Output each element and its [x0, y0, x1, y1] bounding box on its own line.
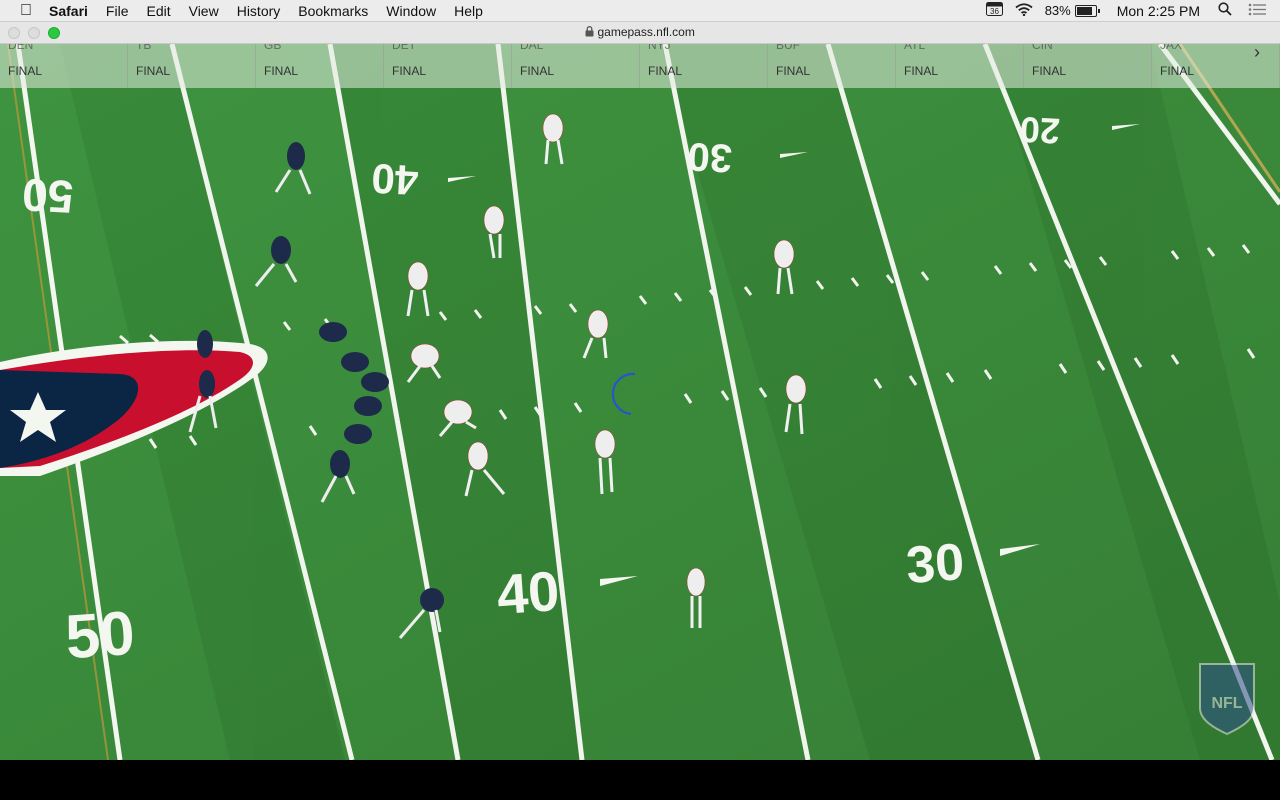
score-tile[interactable]: DET FINAL: [384, 44, 512, 88]
menu-file[interactable]: File: [97, 3, 138, 19]
score-tile[interactable]: DAL FINAL: [512, 44, 640, 88]
game-status: FINAL: [264, 64, 299, 78]
scores-ticker: DEN FINAL TB FINAL GB FINAL DET FINAL DAL FIN…: [0, 44, 1280, 88]
game-status: FINAL: [8, 64, 43, 78]
menu-help[interactable]: Help: [445, 3, 492, 19]
team-abbrev: DAL: [520, 44, 544, 52]
team-abbrev: TB: [136, 44, 152, 52]
menu-edit[interactable]: Edit: [137, 3, 179, 19]
svg-text:36: 36: [990, 7, 999, 16]
yard-number-30-top: 30: [686, 134, 733, 180]
game-status: FINAL: [904, 64, 939, 78]
battery-icon[interactable]: [1074, 4, 1100, 17]
video-player[interactable]: 50 40 30 20 50 40 30 NFL DEN FINAL TB FI…: [0, 44, 1280, 760]
calendar-icon[interactable]: 36: [985, 2, 1003, 19]
status-area: 36 83% Mon 2:25 PM: [974, 2, 1280, 19]
menu-window[interactable]: Window: [377, 3, 445, 19]
game-status: FINAL: [392, 64, 427, 78]
score-tile[interactable]: CIN FINAL: [1024, 44, 1152, 88]
yard-number-40-bottom: 40: [495, 559, 562, 626]
team-abbrev: GB: [264, 44, 282, 52]
spotlight-search-icon[interactable]: [1218, 2, 1232, 19]
team-abbrev: NYJ: [648, 44, 671, 52]
team-abbrev: JAX: [1160, 44, 1183, 52]
browser-toolbar: gamepass.nfl.com: [0, 22, 1280, 44]
team-abbrev: DET: [392, 44, 416, 52]
score-tile[interactable]: GB FINAL: [256, 44, 384, 88]
menu-view[interactable]: View: [180, 3, 228, 19]
menu-bar:  Safari File Edit View History Bookmark…: [0, 0, 1280, 22]
score-tile[interactable]: ATL FINAL: [896, 44, 1024, 88]
score-tile[interactable]: DEN FINAL: [0, 44, 128, 88]
game-status: FINAL: [520, 64, 555, 78]
yard-number-40-top: 40: [370, 155, 419, 204]
yard-number-20-top: 20: [1019, 109, 1061, 152]
yard-number-50-bottom: 50: [63, 599, 137, 673]
game-status: FINAL: [136, 64, 171, 78]
score-tile[interactable]: NYJ FINAL: [640, 44, 768, 88]
clock[interactable]: Mon 2:25 PM: [1117, 3, 1200, 19]
game-status: FINAL: [1160, 64, 1195, 78]
apple-icon[interactable]: : [0, 2, 40, 20]
score-tile[interactable]: JAX FINAL: [1152, 44, 1280, 88]
nfl-watermark-icon: NFL: [1199, 663, 1255, 736]
yard-number-30-bottom: 30: [904, 533, 966, 595]
menu-history[interactable]: History: [228, 3, 290, 19]
team-abbrev: BUF: [776, 44, 800, 52]
loading-spinner-icon: [611, 372, 636, 416]
game-status: FINAL: [776, 64, 811, 78]
battery-percent: 83%: [1044, 3, 1071, 18]
url-text: gamepass.nfl.com: [597, 25, 695, 39]
yard-number-50-top: 50: [21, 169, 75, 224]
address-bar[interactable]: gamepass.nfl.com: [0, 25, 1280, 39]
menu-bookmarks[interactable]: Bookmarks: [289, 3, 377, 19]
game-status: FINAL: [1032, 64, 1067, 78]
team-abbrev: ATL: [904, 44, 926, 52]
game-status: FINAL: [648, 64, 683, 78]
lock-icon: [585, 25, 597, 39]
team-abbrev: DEN: [8, 44, 34, 52]
team-abbrev: CIN: [1032, 44, 1053, 52]
svg-text:NFL: NFL: [1211, 695, 1242, 712]
menu-app-safari[interactable]: Safari: [40, 3, 97, 19]
notification-center-icon[interactable]: [1248, 3, 1266, 19]
score-tile[interactable]: BUF FINAL: [768, 44, 896, 88]
scores-next-chevron-icon[interactable]: ›: [1254, 44, 1260, 63]
wifi-icon[interactable]: [1015, 2, 1033, 19]
letterbox-bottom: [0, 760, 1280, 800]
score-tile[interactable]: TB FINAL: [128, 44, 256, 88]
